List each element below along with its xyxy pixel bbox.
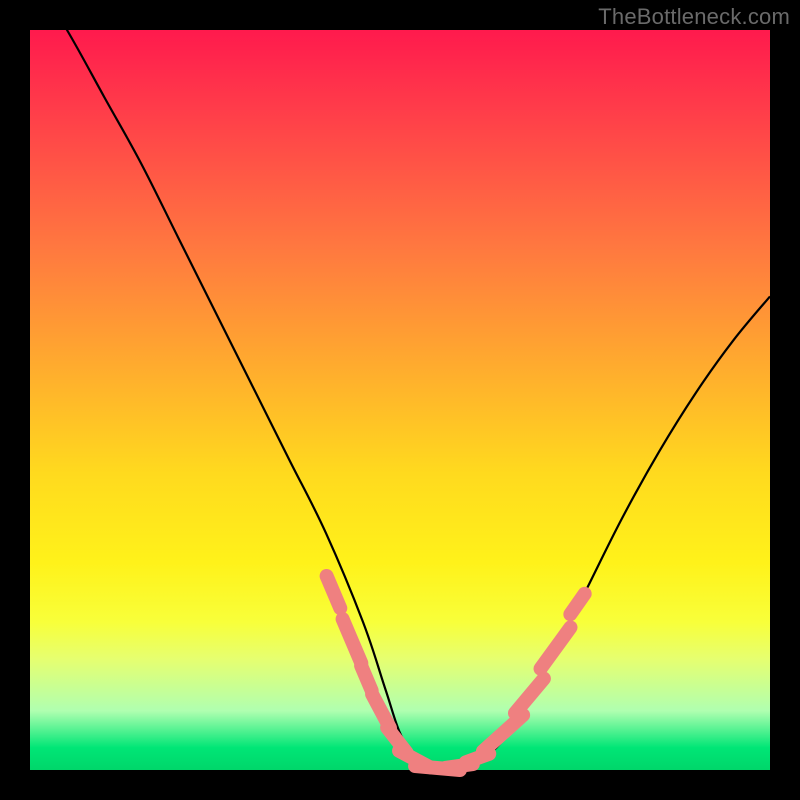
- watermark-text: TheBottleneck.com: [598, 4, 790, 30]
- bottleneck-curve: [30, 30, 770, 770]
- plot-area: [30, 30, 770, 770]
- chart-frame: TheBottleneck.com: [0, 0, 800, 800]
